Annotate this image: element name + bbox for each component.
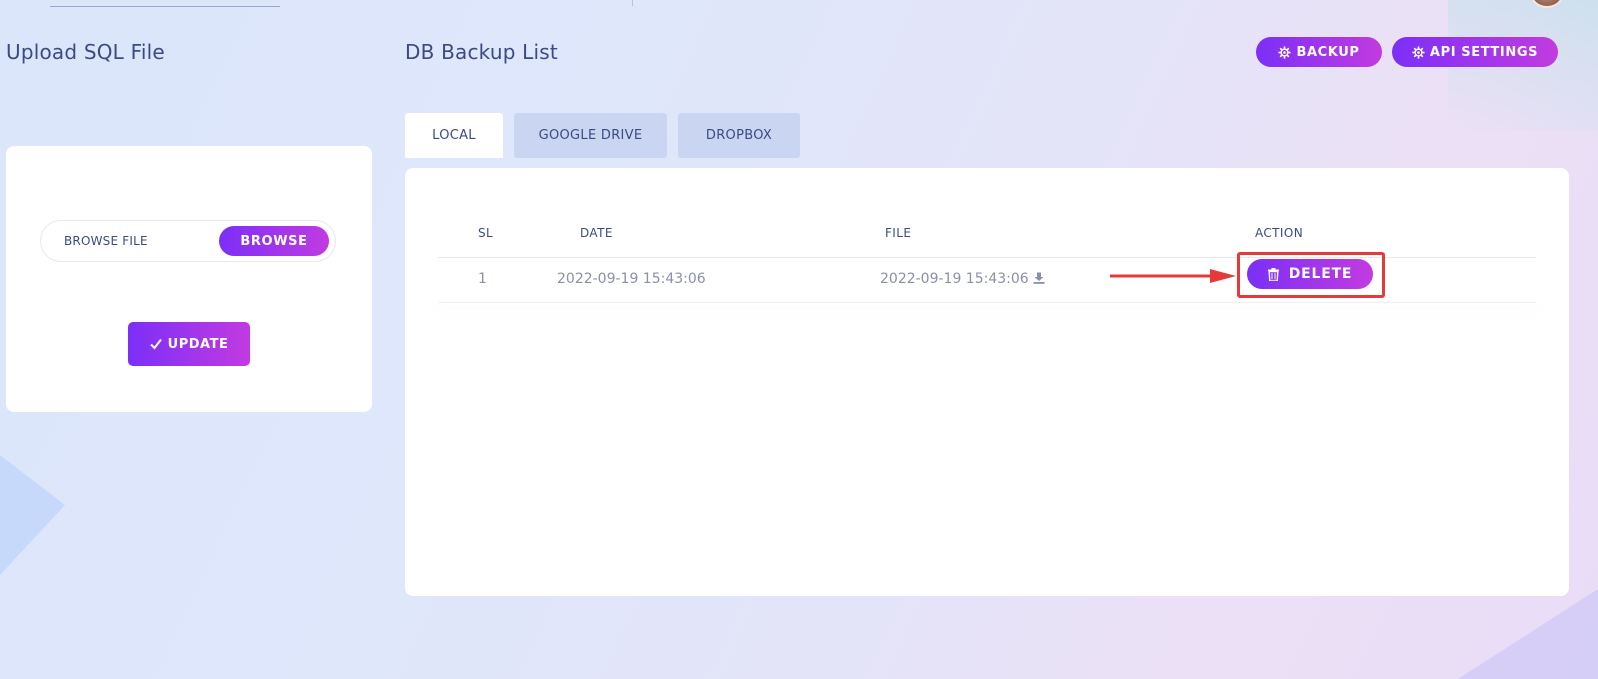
backup-list-card: SL DATE FILE ACTION 1 2022-09-19 15:43:0… xyxy=(405,168,1569,596)
delete-button[interactable]: DELETE xyxy=(1247,259,1373,289)
upload-card: BROWSE FILE BROWSE UPDATE xyxy=(6,146,372,412)
file-input-label: BROWSE FILE xyxy=(64,234,148,248)
file-input-group[interactable]: BROWSE FILE BROWSE xyxy=(40,220,336,262)
gear-icon xyxy=(1412,45,1425,59)
checkmark-icon xyxy=(149,338,162,350)
backup-button-label: BACKUP xyxy=(1296,44,1360,60)
api-settings-button-label: API SETTINGS xyxy=(1429,44,1539,60)
top-divider xyxy=(632,0,633,6)
delete-button-label: DELETE xyxy=(1288,266,1353,282)
trash-icon xyxy=(1267,267,1279,281)
row-date: 2022-09-19 15:43:06 xyxy=(557,271,706,287)
api-settings-button[interactable]: API SETTINGS xyxy=(1392,37,1558,67)
row-file[interactable]: 2022-09-19 15:43:06 xyxy=(880,271,1045,287)
browse-button[interactable]: BROWSE xyxy=(219,226,329,256)
annotation-arrow xyxy=(1110,269,1236,283)
backup-button[interactable]: BACKUP xyxy=(1256,37,1382,67)
gear-icon xyxy=(1278,45,1292,59)
column-header-file: FILE xyxy=(885,226,912,240)
background-shape xyxy=(0,455,65,575)
tab-dropbox[interactable]: DROPBOX xyxy=(678,113,800,158)
row-sl: 1 xyxy=(478,271,487,287)
top-divider-line xyxy=(50,6,280,7)
tab-google-drive[interactable]: GOOGLE DRIVE xyxy=(514,113,667,158)
background-shape xyxy=(1458,589,1598,679)
update-button-label: UPDATE xyxy=(167,336,229,352)
column-header-sl: SL xyxy=(478,226,494,240)
tab-local[interactable]: LOCAL xyxy=(405,113,503,158)
upload-sql-heading: Upload SQL File xyxy=(6,40,165,64)
update-button[interactable]: UPDATE xyxy=(128,322,250,366)
row-divider xyxy=(438,302,1536,303)
column-header-action: ACTION xyxy=(1255,226,1304,240)
db-backup-list-heading: DB Backup List xyxy=(405,40,558,64)
column-header-date: DATE xyxy=(580,226,613,240)
download-icon[interactable] xyxy=(1033,272,1045,284)
row-file-name: 2022-09-19 15:43:06 xyxy=(880,271,1029,287)
